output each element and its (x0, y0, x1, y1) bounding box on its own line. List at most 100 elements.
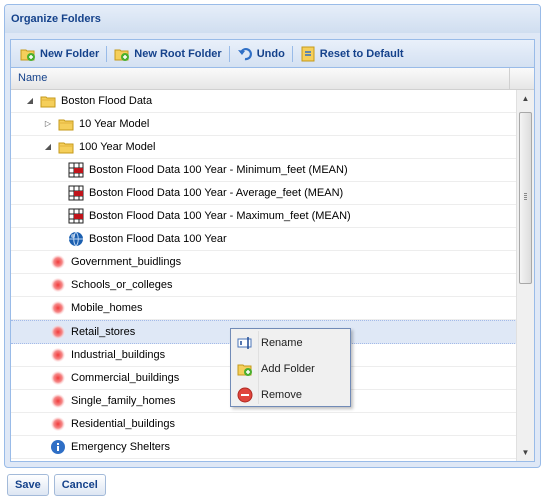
undo-button[interactable]: Undo (232, 43, 290, 65)
tree-row[interactable]: Government_buidlings (11, 251, 517, 274)
rename-icon (237, 335, 253, 351)
info-icon (50, 439, 66, 455)
tree-node-label: Single_family_homes (71, 395, 176, 407)
cancel-button[interactable]: Cancel (53, 474, 106, 496)
save-button[interactable]: Save (7, 474, 49, 496)
toolbar-separator (228, 45, 230, 62)
tree-node: Mobile_homes (43, 297, 143, 319)
tree-node-label: Schools_or_colleges (71, 279, 173, 291)
tree-row[interactable]: ◢ 100 Year Model (11, 136, 517, 159)
tree-row[interactable]: Boston Flood Data 100 Year (11, 228, 517, 251)
tree-node-label: Residential_buildings (71, 418, 175, 430)
tree-node: Schools_or_colleges (43, 274, 173, 296)
new-folder-button[interactable]: New Folder (15, 43, 104, 65)
red-dot-icon (50, 300, 66, 316)
tree-node-label: Boston Flood Data 100 Year - Average_fee… (89, 187, 344, 199)
grid-layer-icon (68, 208, 84, 224)
toolbar-separator (106, 45, 108, 62)
red-dot-icon (50, 347, 66, 363)
toolbar-separator (291, 45, 293, 62)
tree-node-label: Commercial_buildings (71, 372, 180, 384)
scroll-up-icon[interactable]: ▲ (517, 90, 534, 107)
add-folder-label: Add Folder (261, 363, 315, 375)
tree-node: ▷ 10 Year Model (43, 113, 149, 135)
vertical-scrollbar[interactable]: ▲ ▼ (516, 90, 534, 461)
folder-icon (58, 116, 74, 132)
context-menu-add-folder[interactable]: Add Folder (231, 357, 350, 381)
tree-node: Residential_buildings (43, 413, 175, 435)
context-menu: Rename Add Folder Remove (230, 328, 351, 407)
reset-to-default-label: Reset to Default (319, 47, 404, 60)
tree-node-label: Retail_stores (71, 326, 136, 338)
tree-node-label: Boston Flood Data 100 Year - Minimum_fee… (89, 164, 348, 176)
new-root-folder-label: New Root Folder (134, 47, 222, 60)
expanded-arrow-icon[interactable]: ◢ (43, 142, 53, 152)
remove-icon (237, 387, 253, 403)
undo-label: Undo (256, 47, 285, 60)
tree-node-label: Emergency Shelters (71, 441, 171, 453)
expanded-arrow-icon[interactable]: ◢ (25, 96, 35, 106)
tree-row[interactable]: Emergency Shelters (11, 436, 517, 459)
tree-node: Boston Flood Data 100 Year - Average_fee… (61, 182, 343, 204)
tree-node-label: Mobile_homes (71, 302, 143, 314)
dialog-footer: Save Cancel (7, 474, 106, 496)
tree-row[interactable]: Mobile_homes (11, 297, 517, 320)
tree-node: Government_buidlings (43, 251, 181, 273)
red-dot-icon (50, 254, 66, 270)
red-dot-icon (50, 324, 66, 340)
tree-row[interactable]: Schools_or_colleges (11, 274, 517, 297)
context-menu-remove[interactable]: Remove (231, 383, 350, 407)
tree-row[interactable]: Boston Flood Data 100 Year - Minimum_fee… (11, 159, 517, 182)
column-header-spacer (509, 68, 534, 89)
tree-node-label: 100 Year Model (79, 141, 156, 153)
red-dot-icon (50, 416, 66, 432)
tree-node-label: Boston Flood Data (61, 95, 153, 107)
toolbar: New Folder New Root Folder Undo Reset to… (11, 40, 534, 68)
tree-node: Industrial_buildings (43, 344, 165, 366)
scrollbar-thumb[interactable] (519, 112, 532, 284)
tree-node-label: Government_buidlings (71, 256, 182, 268)
remove-label: Remove (261, 389, 302, 401)
tree-node-label: Boston Flood Data 100 Year (89, 233, 227, 245)
folder-icon (40, 93, 56, 109)
undo-icon (237, 46, 253, 62)
context-menu-rename[interactable]: Rename (231, 331, 350, 355)
tree-node-label: Boston Flood Data 100 Year - Maximum_fee… (89, 210, 351, 222)
red-dot-icon (50, 277, 66, 293)
column-header-name[interactable]: Name (11, 68, 534, 90)
collapsed-arrow-icon[interactable]: ▷ (43, 119, 53, 129)
new-folder-label: New Folder (40, 47, 100, 60)
grid-layer-icon (68, 162, 84, 178)
folder-add-icon (20, 46, 36, 62)
tree-row[interactable]: Boston Flood Data 100 Year - Average_fee… (11, 182, 517, 205)
column-header-label: Name (18, 72, 48, 84)
tree-node: Retail_stores (43, 321, 135, 343)
globe-icon (68, 231, 84, 247)
tree-node: ◢ 100 Year Model (43, 136, 155, 158)
tree-node: Emergency Shelters (43, 436, 170, 458)
scrollbar-grip (524, 193, 527, 201)
tree-node: Commercial_buildings (43, 367, 179, 389)
tree-row[interactable]: ▷ 10 Year Model (11, 113, 517, 136)
tree-node: Boston Flood Data 100 Year - Maximum_fee… (61, 205, 351, 227)
tree-node-label: 10 Year Model (79, 118, 150, 130)
tree-node: Single_family_homes (43, 390, 176, 412)
red-dot-icon (50, 393, 66, 409)
folder-add-icon (237, 361, 253, 377)
folder-icon (58, 139, 74, 155)
reset-folder-icon (300, 46, 316, 62)
reset-to-default-button[interactable]: Reset to Default (295, 43, 409, 65)
tree-row[interactable]: ◢ Boston Flood Data (11, 90, 517, 113)
new-root-folder-button[interactable]: New Root Folder (109, 43, 226, 65)
rename-label: Rename (261, 337, 303, 349)
red-dot-icon (50, 370, 66, 386)
tree-node: Boston Flood Data 100 Year (61, 228, 227, 250)
tree-row[interactable]: Boston Flood Data 100 Year - Maximum_fee… (11, 205, 517, 228)
tree-node-label: Industrial_buildings (71, 349, 166, 361)
tree-row[interactable]: Residential_buildings (11, 413, 517, 436)
grid-layer-icon (68, 185, 84, 201)
tree-node: ◢ Boston Flood Data (25, 90, 152, 112)
panel-title: Organize Folders (5, 5, 540, 33)
tree-node: Boston Flood Data 100 Year - Minimum_fee… (61, 159, 348, 181)
scroll-down-icon[interactable]: ▼ (517, 444, 534, 461)
